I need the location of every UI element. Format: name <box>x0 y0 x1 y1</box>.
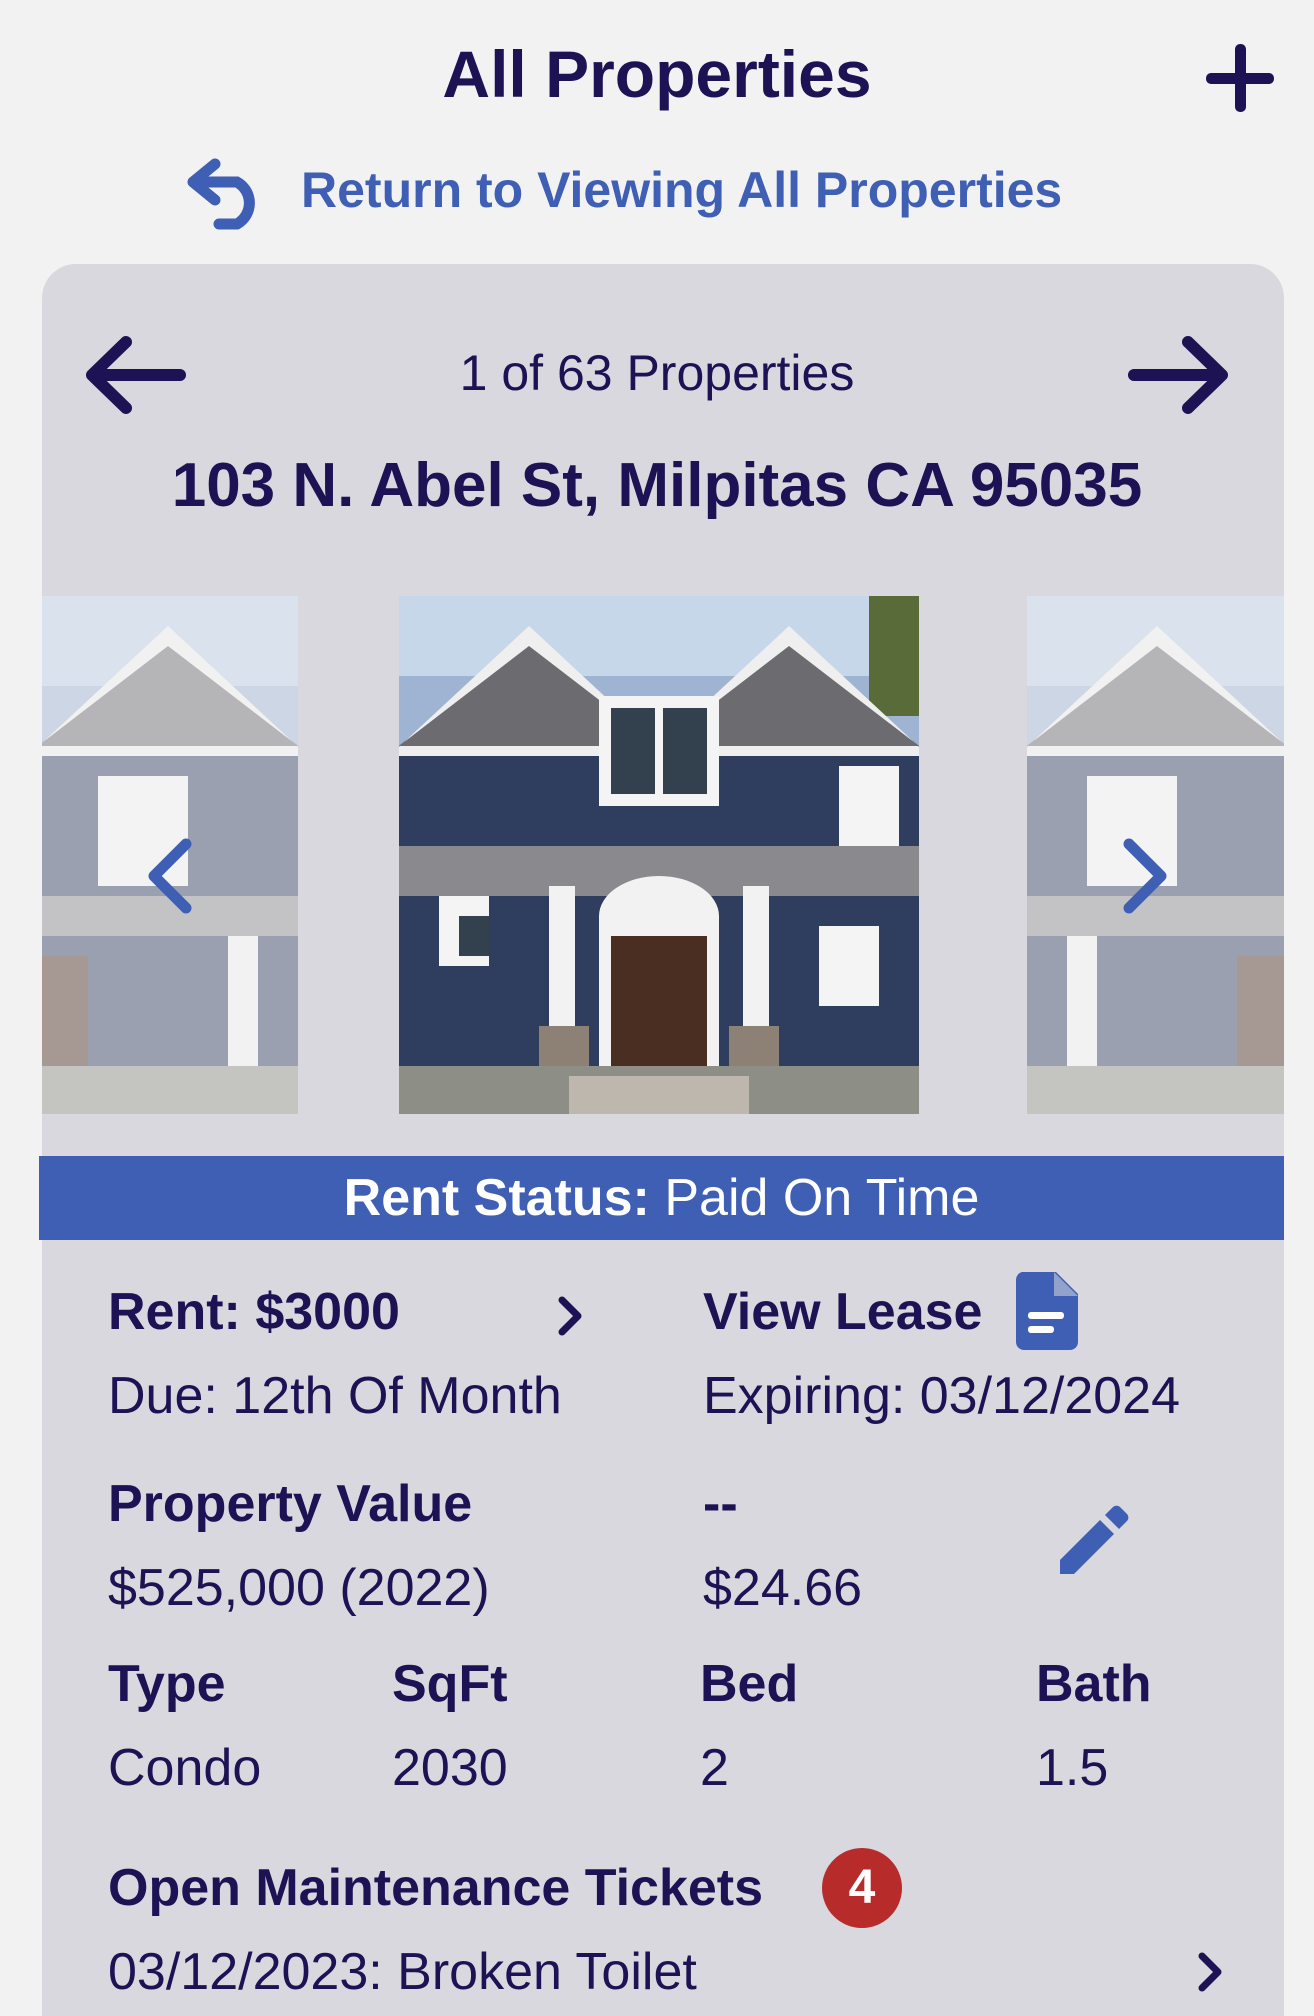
property-value-label: Property Value <box>108 1475 473 1533</box>
secondary-value-label: -- <box>703 1475 738 1533</box>
rent-amount[interactable]: Rent: $3000 <box>108 1282 400 1342</box>
bed-value: 2 <box>700 1739 729 1797</box>
carousel-next-chevron-icon[interactable] <box>1115 836 1175 916</box>
return-label[interactable]: Return to Viewing All Properties <box>301 161 1062 219</box>
ticket-item[interactable]: 03/12/2023: Broken Toilet <box>108 1942 697 2002</box>
lease-expiring: Expiring: 03/12/2024 <box>703 1367 1181 1425</box>
sqft-value: 2030 <box>392 1739 508 1797</box>
tickets-count-badge: 4 <box>822 1848 902 1928</box>
carousel-prev-chevron-icon[interactable] <box>140 836 200 916</box>
rent-status-value: Paid On Time <box>649 1169 980 1227</box>
rent-status-label: Rent Status: <box>343 1169 650 1227</box>
rent-due-date: Due: 12th Of Month <box>108 1367 562 1425</box>
rent-status-bar: Rent Status: Paid On Time <box>39 1156 1284 1240</box>
return-link[interactable]: Return to Viewing All Properties <box>185 150 1062 230</box>
pencil-edit-icon[interactable] <box>1056 1502 1132 1578</box>
document-icon[interactable] <box>1014 1270 1080 1352</box>
maintenance-tickets-label: Open Maintenance Tickets <box>108 1859 764 1917</box>
next-property-arrow-icon[interactable] <box>1124 330 1234 420</box>
property-address: 103 N. Abel St, Milpitas CA 95035 <box>171 451 1143 520</box>
house-photo[interactable] <box>399 596 919 1114</box>
secondary-value: $24.66 <box>703 1559 863 1617</box>
rent-chevron-right-icon[interactable] <box>552 1294 588 1338</box>
bath-label: Bath <box>1036 1655 1152 1713</box>
undo-arrow-icon <box>187 158 255 230</box>
bed-label: Bed <box>700 1655 799 1713</box>
type-value: Condo <box>108 1739 262 1797</box>
type-label: Type <box>108 1655 226 1713</box>
plus-icon[interactable] <box>1200 38 1280 118</box>
bath-value: 1.5 <box>1036 1739 1109 1797</box>
page-title: All Properties <box>442 37 872 111</box>
property-counter: 1 of 63 Properties <box>459 345 855 401</box>
property-value: $525,000 (2022) <box>108 1559 490 1617</box>
view-lease-link[interactable]: View Lease <box>703 1282 982 1342</box>
ticket-chevron-right-icon[interactable] <box>1192 1950 1228 1994</box>
sqft-label: SqFt <box>392 1655 508 1713</box>
